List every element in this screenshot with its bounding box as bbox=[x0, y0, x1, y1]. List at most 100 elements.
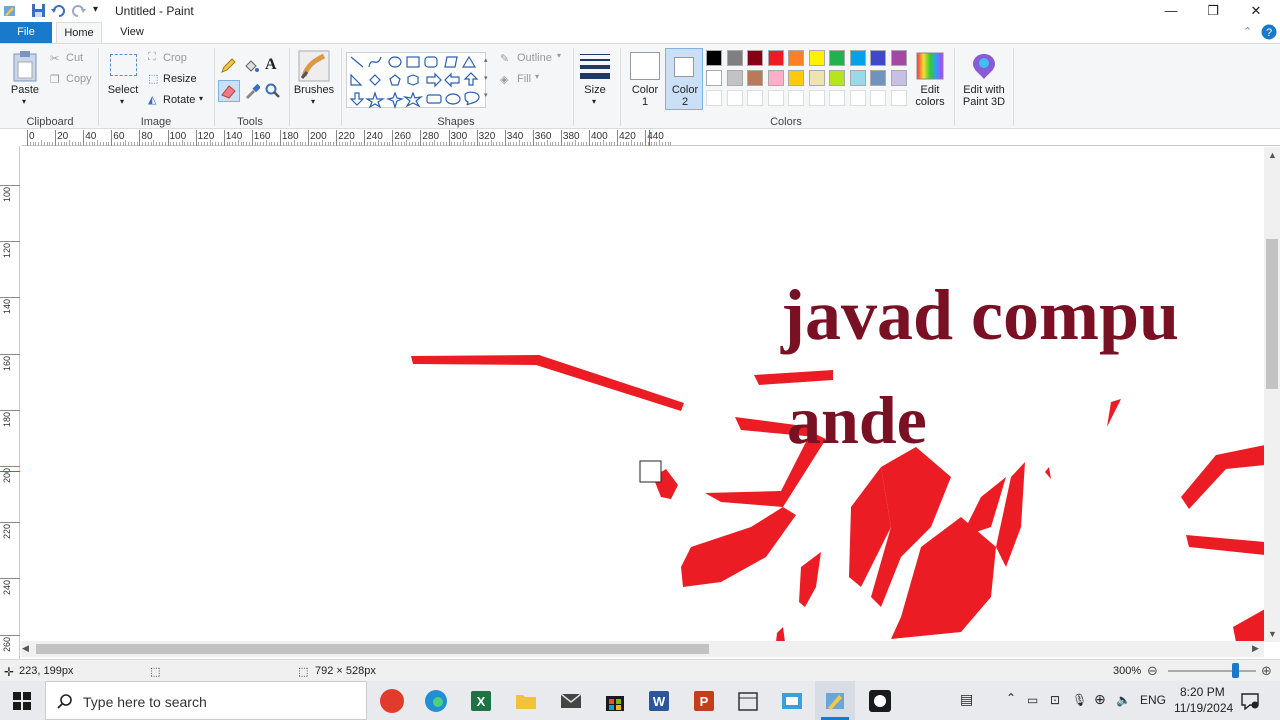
tray-app-icon[interactable]: ⊡ bbox=[1050, 693, 1060, 707]
tab-file[interactable]: File bbox=[0, 22, 52, 43]
edge-icon[interactable] bbox=[424, 689, 448, 713]
pencil-icon[interactable] bbox=[220, 58, 236, 74]
palette-swatch-empty[interactable] bbox=[788, 90, 804, 106]
edit-colors-line1[interactable]: Edit bbox=[910, 84, 950, 96]
zoom-slider-thumb[interactable] bbox=[1232, 663, 1240, 678]
select-button[interactable]: Select bbox=[104, 84, 142, 96]
tray-volume-icon[interactable]: 🔈 bbox=[1116, 693, 1131, 707]
tray-show-hidden-icon[interactable]: ⌃ bbox=[1006, 691, 1016, 705]
outline-dropdown-icon[interactable]: ▾ bbox=[557, 51, 561, 60]
rotate-dropdown-icon[interactable]: ▾ bbox=[199, 94, 203, 103]
palette-swatch[interactable] bbox=[767, 70, 784, 86]
magnifier-icon[interactable] bbox=[265, 83, 281, 99]
color1-label-line1[interactable]: Color bbox=[626, 84, 664, 96]
paint3d-line2[interactable]: Paint 3D bbox=[958, 96, 1010, 108]
color2-button-selected[interactable]: Color 2 bbox=[665, 48, 703, 110]
copy-button[interactable]: Copy bbox=[66, 73, 92, 85]
palette-swatch[interactable] bbox=[788, 70, 804, 86]
redo-icon[interactable] bbox=[71, 3, 86, 18]
calendar-app-icon[interactable] bbox=[736, 689, 760, 713]
brushes-icon[interactable] bbox=[298, 50, 330, 82]
scroll-left-icon[interactable]: ◀ bbox=[22, 643, 29, 654]
palette-swatch-empty[interactable] bbox=[767, 90, 784, 106]
vertical-scrollbar[interactable]: ▲ ▼ bbox=[1264, 147, 1280, 642]
fill-button[interactable]: Fill bbox=[517, 73, 531, 85]
tray-language[interactable]: ENG bbox=[1140, 693, 1166, 707]
palette-swatch[interactable] bbox=[890, 50, 907, 66]
shapes-expand-icon[interactable]: ▾ bbox=[484, 91, 488, 99]
minimize-ribbon-icon[interactable]: ⌃ bbox=[1243, 25, 1252, 38]
palette-swatch-empty[interactable] bbox=[870, 90, 886, 106]
palette-swatch[interactable] bbox=[808, 50, 825, 66]
palette-swatch[interactable] bbox=[706, 70, 722, 86]
customize-quick-access-icon[interactable]: ▾ bbox=[93, 4, 98, 15]
select-icon[interactable] bbox=[110, 54, 137, 76]
file-explorer-icon[interactable] bbox=[514, 689, 538, 713]
color1-swatch[interactable] bbox=[630, 52, 660, 80]
palette-swatch[interactable] bbox=[767, 50, 784, 66]
palette-swatch[interactable] bbox=[829, 50, 845, 66]
palette-swatch[interactable] bbox=[726, 50, 743, 66]
palette-swatch[interactable] bbox=[788, 50, 804, 66]
taskbar-paint-active[interactable] bbox=[815, 681, 855, 720]
palette-swatch-empty[interactable] bbox=[808, 90, 825, 106]
eraser-tool-selected[interactable] bbox=[218, 80, 240, 102]
palette-swatch-empty[interactable] bbox=[829, 90, 845, 106]
restore-button[interactable]: ❐ bbox=[1193, 0, 1233, 22]
minimize-button[interactable]: — bbox=[1151, 0, 1191, 22]
zoom-slider-track[interactable] bbox=[1168, 670, 1256, 672]
vertical-scroll-thumb[interactable] bbox=[1266, 239, 1278, 389]
tray-meet-icon[interactable]: ▤ bbox=[960, 691, 973, 708]
paste-icon[interactable] bbox=[12, 50, 38, 82]
zoom-out-icon[interactable]: ⊖ bbox=[1147, 663, 1158, 679]
size-button[interactable]: Size bbox=[578, 84, 612, 96]
brushes-dropdown-icon[interactable]: ▾ bbox=[311, 97, 315, 106]
windows-start-icon[interactable] bbox=[13, 692, 31, 710]
palette-swatch-empty[interactable] bbox=[726, 90, 743, 106]
scroll-right-icon[interactable]: ▶ bbox=[1252, 643, 1259, 654]
palette-swatch-empty[interactable] bbox=[890, 90, 907, 106]
palette-swatch[interactable] bbox=[829, 70, 845, 86]
help-icon[interactable]: ? bbox=[1261, 24, 1277, 40]
palette-swatch[interactable] bbox=[706, 50, 722, 66]
palette-swatch-empty[interactable] bbox=[747, 90, 763, 106]
shapes-scroll-up-icon[interactable]: ▴ bbox=[484, 56, 488, 64]
palette-swatch-empty[interactable] bbox=[706, 90, 722, 106]
drawing-canvas[interactable]: javad compu ande bbox=[21, 147, 1266, 642]
resize-button[interactable]: Resize bbox=[163, 73, 197, 85]
excel-icon[interactable]: X bbox=[469, 689, 493, 713]
tray-microphone-icon[interactable]: 🎙 bbox=[1072, 693, 1087, 707]
crop-button[interactable]: Crop bbox=[163, 52, 187, 64]
mail-icon[interactable] bbox=[559, 689, 583, 713]
palette-swatch-empty[interactable] bbox=[849, 90, 866, 106]
horizontal-scroll-thumb[interactable] bbox=[36, 644, 709, 654]
rotate-button[interactable]: Rotate bbox=[163, 94, 195, 106]
palette-swatch[interactable] bbox=[870, 50, 886, 66]
store-icon[interactable] bbox=[603, 689, 627, 713]
color-picker-icon[interactable] bbox=[244, 83, 260, 99]
app-icon-red[interactable] bbox=[380, 689, 404, 713]
palette-swatch[interactable] bbox=[747, 50, 763, 66]
tray-battery-icon[interactable]: ▭ bbox=[1027, 693, 1038, 707]
word-icon[interactable]: W bbox=[647, 689, 671, 713]
shapes-gallery[interactable] bbox=[346, 52, 486, 109]
edit-colors-icon[interactable] bbox=[916, 52, 944, 80]
paste-dropdown-icon[interactable]: ▾ bbox=[22, 97, 26, 106]
tray-network-icon[interactable]: ⊕ bbox=[1094, 691, 1106, 708]
tray-date[interactable]: 11/19/2024 bbox=[1174, 701, 1233, 715]
close-button[interactable]: ✕ bbox=[1236, 0, 1276, 22]
app-icon-dark[interactable] bbox=[868, 689, 892, 713]
fill-bucket-icon[interactable] bbox=[243, 58, 259, 74]
color1-label-line2[interactable]: 1 bbox=[626, 96, 664, 108]
notification-center-icon[interactable] bbox=[1241, 692, 1259, 710]
palette-swatch[interactable] bbox=[849, 50, 866, 66]
zoom-in-icon[interactable]: ⊕ bbox=[1261, 663, 1272, 679]
palette-swatch[interactable] bbox=[726, 70, 743, 86]
palette-swatch[interactable] bbox=[747, 70, 763, 86]
size-dropdown-icon[interactable]: ▾ bbox=[592, 97, 596, 106]
edit-colors-line2[interactable]: colors bbox=[910, 96, 950, 108]
tab-view[interactable]: View bbox=[110, 22, 154, 43]
powerpoint-icon[interactable]: P bbox=[692, 689, 716, 713]
paint3d-icon[interactable] bbox=[971, 52, 997, 80]
tab-home[interactable]: Home bbox=[56, 22, 102, 43]
